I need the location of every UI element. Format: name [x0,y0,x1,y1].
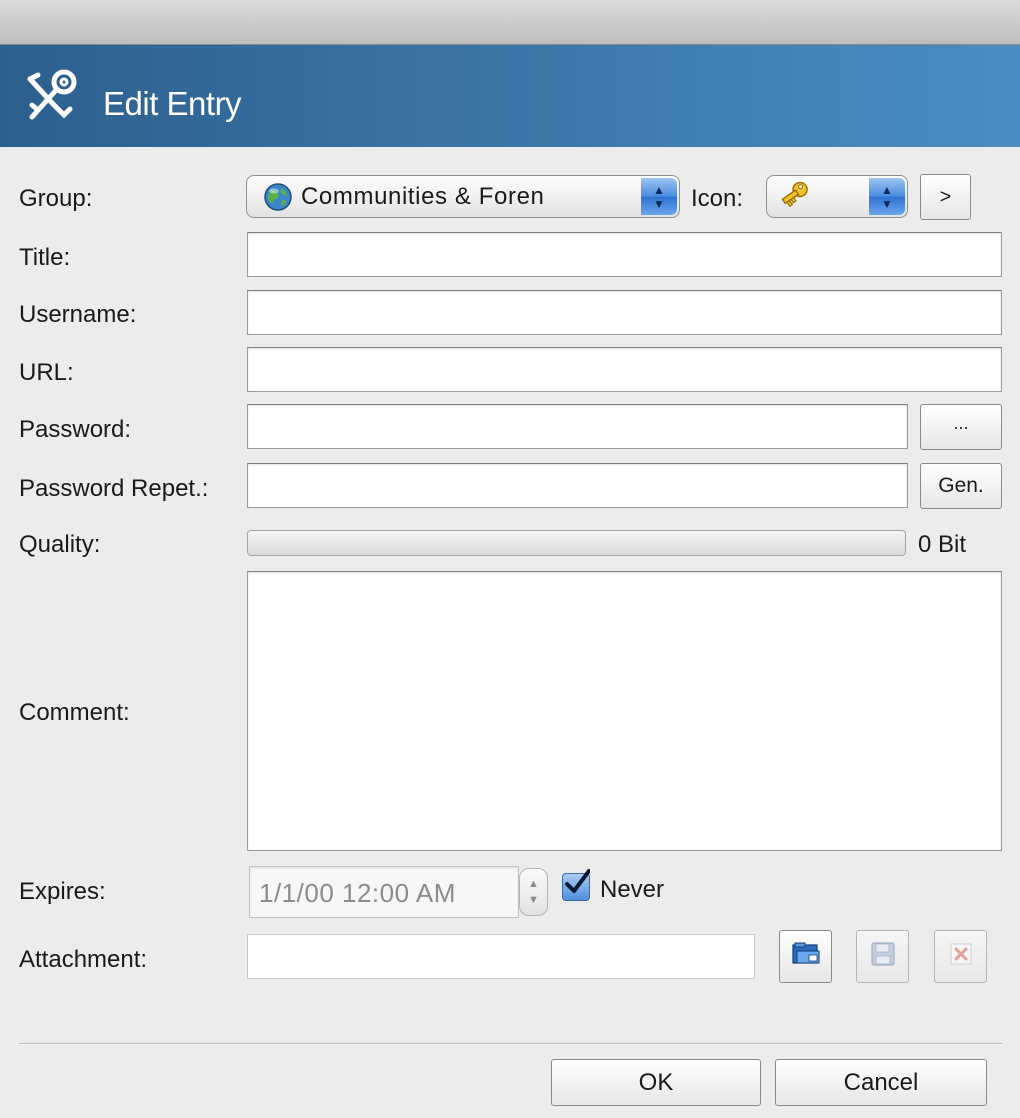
ok-button[interactable]: OK [551,1059,761,1106]
icon-label: Icon: [691,185,744,212]
url-input[interactable] [247,347,1002,392]
title-label: Title: [19,244,71,271]
folder-open-icon [791,941,821,973]
password-repeat-label: Password Repet.: [19,475,209,502]
attachment-delete-button[interactable] [934,930,987,983]
window-titlebar[interactable] [0,0,1020,45]
password-label: Password: [19,416,132,443]
expires-stepper[interactable]: ▲ ▼ [519,868,548,916]
globe-icon [263,182,293,212]
never-checkbox[interactable] [562,869,590,901]
never-label: Never [600,876,665,903]
stepper-down-icon[interactable]: ▼ [528,892,539,908]
dialog-title: Edit Entry [103,85,242,122]
save-disk-icon [870,941,896,973]
group-select[interactable]: Communities & Foren ▲ ▼ [246,175,680,218]
cancel-button[interactable]: Cancel [775,1059,987,1106]
expires-label: Expires: [19,878,106,905]
group-select-value: Communities & Foren [301,182,545,210]
icon-next-button[interactable]: > [920,174,971,220]
keys-icon [20,65,84,129]
password-input[interactable] [247,404,908,449]
generate-password-button[interactable]: Gen. [920,463,1002,509]
chevron-updown-icon: ▲ ▼ [641,178,677,215]
footer-separator [19,1043,1002,1045]
dialog-header: Edit Entry [0,45,1020,147]
quality-label: Quality: [19,531,101,558]
quality-progress-bar [247,530,906,556]
comment-textarea[interactable] [247,571,1002,851]
group-label: Group: [19,185,93,212]
attachment-input[interactable] [247,934,755,979]
checkmark-icon [565,869,590,893]
key-icon [781,180,815,214]
attachment-label: Attachment: [19,946,148,973]
password-reveal-button[interactable]: ... [920,404,1002,450]
attachment-save-button[interactable] [856,930,909,983]
username-input[interactable] [247,290,1002,335]
chevron-updown-icon: ▲ ▼ [869,178,905,215]
username-label: Username: [19,301,137,328]
icon-select[interactable]: ▲ ▼ [766,175,908,218]
stepper-up-icon[interactable]: ▲ [528,876,539,892]
password-repeat-input[interactable] [247,463,908,508]
expires-date-input[interactable]: 1/1/00 12:00 AM [249,866,519,918]
quality-value: 0 Bit [918,531,967,558]
title-input[interactable] [247,232,1002,277]
comment-label: Comment: [19,699,130,726]
delete-icon [949,942,973,972]
url-label: URL: [19,359,74,386]
attachment-open-button[interactable] [779,930,832,983]
